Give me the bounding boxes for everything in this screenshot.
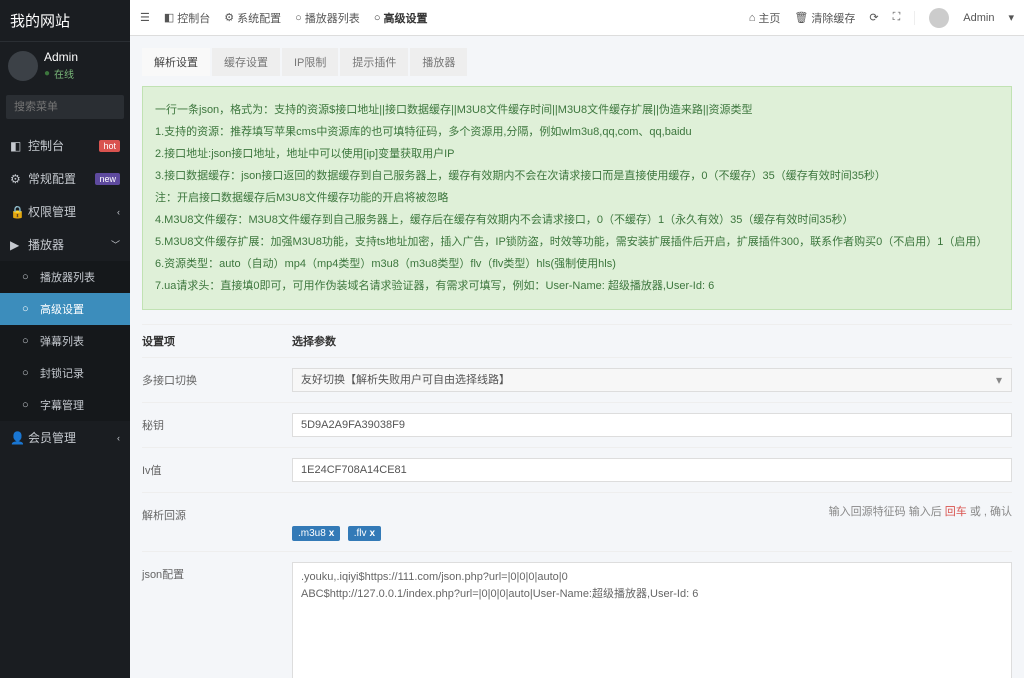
search-box: 🔍 — [6, 95, 124, 119]
lock-icon: 🔒 — [10, 205, 22, 219]
chevron-left-icon: ‹ — [117, 433, 120, 443]
row-source: 解析回源 输入回源特征码 输入后 回车 或 , 确认 .m3u8x .flvx — [142, 492, 1012, 551]
close-icon[interactable]: x — [329, 528, 335, 539]
menu-toggle[interactable]: ☰ — [140, 11, 150, 24]
multi-label: 多接口切换 — [142, 368, 292, 388]
key-label: 秘钥 — [142, 413, 292, 433]
nav-subtitle[interactable]: ○字幕管理 — [0, 389, 130, 421]
tab-cache[interactable]: 缓存设置 — [212, 48, 280, 76]
nav-player[interactable]: ▶播放器﹀ — [0, 228, 130, 261]
header-col2: 选择参数 — [292, 333, 336, 349]
tabs: 解析设置 缓存设置 IP限制 提示插件 播放器 — [142, 48, 1012, 76]
nav-block[interactable]: ○封锁记录 — [0, 357, 130, 389]
gear-icon: ⚙ — [10, 172, 22, 186]
tab-player[interactable]: 播放器 — [410, 48, 467, 76]
info-line: 注：开启接口数据缓存后M3U8文件缓存功能的开启将被忽略 — [155, 187, 999, 209]
topbar-sysconfig[interactable]: ⚙系统配置 — [224, 10, 281, 26]
chevron-down-icon[interactable]: ▾ — [1008, 11, 1014, 24]
fullscreen-icon[interactable]: ⛶ — [893, 11, 901, 24]
chevron-left-icon: ‹ — [117, 207, 120, 217]
row-json: json配置 .youku,.iqiyi$https://111.com/jso… — [142, 551, 1012, 678]
circle-icon: ○ — [22, 335, 34, 347]
nav-advanced[interactable]: ○高级设置 — [0, 293, 130, 325]
user-name: Admin — [44, 50, 78, 64]
json-textarea[interactable]: .youku,.iqiyi$https://111.com/json.php?u… — [292, 562, 1012, 678]
info-line: 6.资源类型：auto（自动）mp4（mp4类型）m3u8（m3u8类型）flv… — [155, 253, 999, 275]
avatar — [8, 51, 38, 81]
source-hint: 输入回源特征码 输入后 回车 或 , 确认 — [292, 503, 1012, 519]
trash-icon: 🗑 — [794, 11, 808, 24]
row-key: 秘钥 — [142, 402, 1012, 447]
dashboard-icon: ◧ — [164, 11, 174, 24]
divider — [914, 11, 915, 25]
circle-icon: ○ — [374, 12, 381, 24]
user-panel: Admin 在线 — [0, 42, 130, 89]
multi-select[interactable]: 友好切换【解析失败用户可自由选择线路】 — [292, 368, 1012, 392]
info-line: 4.M3U8文件缓存：M3U8文件缓存到自己服务器上，缓存后在缓存有效期内不会请… — [155, 209, 999, 231]
info-line: 5.M3U8文件缓存扩展：加强M3U8功能，支持ts地址加密，插入广告，IP锁防… — [155, 231, 999, 253]
topbar-playerlist[interactable]: ○播放器列表 — [295, 10, 360, 26]
topbar-home[interactable]: ⌂主页 — [749, 10, 781, 26]
tab-iplimit[interactable]: IP限制 — [282, 48, 338, 76]
hot-badge: hot — [99, 140, 120, 152]
close-icon[interactable]: x — [369, 528, 375, 539]
dashboard-icon: ◧ — [10, 139, 22, 153]
avatar — [929, 8, 949, 28]
form-header: 设置项 选择参数 — [142, 324, 1012, 357]
info-line: 3.接口数据缓存：json接口返回的数据缓存到自己服务器上，缓存有效期内不会在次… — [155, 165, 999, 187]
topbar: ☰ ◧控制台 ⚙系统配置 ○播放器列表 ○高级设置 ⌂主页 🗑清除缓存 ⟳ ⛶ … — [130, 0, 1024, 36]
nav-dashboard[interactable]: ◧控制台hot — [0, 129, 130, 162]
row-multi: 多接口切换 友好切换【解析失败用户可自由选择线路】 — [142, 357, 1012, 402]
header-col1: 设置项 — [142, 333, 292, 349]
content: 解析设置 缓存设置 IP限制 提示插件 播放器 一行一条json，格式为：支持的… — [130, 36, 1024, 678]
main: ☰ ◧控制台 ⚙系统配置 ○播放器列表 ○高级设置 ⌂主页 🗑清除缓存 ⟳ ⛶ … — [130, 0, 1024, 678]
iv-input[interactable] — [292, 458, 1012, 482]
tab-plugin[interactable]: 提示插件 — [340, 48, 408, 76]
nav: ◧控制台hot ⚙常规配置new 🔒权限管理‹ ▶播放器﹀ ○播放器列表 ○高级… — [0, 129, 130, 454]
circle-icon: ○ — [22, 303, 34, 315]
info-line: 7.ua请求头：直接填0即可，可用作伪装域名请求验证器，有需求可填写，例如：Us… — [155, 275, 999, 297]
source-label: 解析回源 — [142, 503, 292, 523]
nav-config[interactable]: ⚙常规配置new — [0, 162, 130, 195]
refresh-icon[interactable]: ⟳ — [869, 11, 878, 24]
circle-icon: ○ — [22, 367, 34, 379]
gear-icon: ⚙ — [224, 11, 234, 24]
home-icon: ⌂ — [749, 12, 756, 24]
key-input[interactable] — [292, 413, 1012, 437]
iv-label: Iv值 — [142, 458, 292, 478]
info-line: 2.接口地址:json接口地址，地址中可以使用[ip]变量获取用户IP — [155, 143, 999, 165]
circle-icon: ○ — [295, 12, 302, 24]
nav-member[interactable]: 👤会员管理‹ — [0, 421, 130, 454]
tag-m3u8[interactable]: .m3u8x — [292, 526, 340, 541]
tag-flv[interactable]: .flvx — [348, 526, 381, 541]
circle-icon: ○ — [22, 399, 34, 411]
topbar-user[interactable]: Admin — [963, 12, 994, 24]
user-status: 在线 — [44, 66, 78, 81]
user-icon: 👤 — [10, 431, 22, 445]
nav-player-list[interactable]: ○播放器列表 — [0, 261, 130, 293]
row-iv: Iv值 — [142, 447, 1012, 492]
info-box: 一行一条json，格式为：支持的资源$接口地址||接口数据缓存||M3U8文件缓… — [142, 86, 1012, 310]
tab-parse[interactable]: 解析设置 — [142, 48, 210, 76]
topbar-dashboard[interactable]: ◧控制台 — [164, 10, 210, 26]
topbar-advanced[interactable]: ○高级设置 — [374, 10, 428, 26]
play-icon: ▶ — [10, 238, 22, 252]
brand: 我的网站 — [0, 0, 130, 42]
json-label: json配置 — [142, 562, 292, 582]
new-badge: new — [95, 173, 120, 185]
circle-icon: ○ — [22, 271, 34, 283]
info-line: 1.支持的资源：推荐填写苹果cms中资源库的也可填特征码，多个资源用,分隔，例如… — [155, 121, 999, 143]
nav-auth[interactable]: 🔒权限管理‹ — [0, 195, 130, 228]
sidebar: 我的网站 Admin 在线 🔍 ◧控制台hot ⚙常规配置new 🔒权限管理‹ … — [0, 0, 130, 678]
info-line: 一行一条json，格式为：支持的资源$接口地址||接口数据缓存||M3U8文件缓… — [155, 99, 999, 121]
nav-danmu[interactable]: ○弹幕列表 — [0, 325, 130, 357]
chevron-down-icon: ﹀ — [111, 238, 120, 251]
topbar-clearcache[interactable]: 🗑清除缓存 — [794, 10, 855, 26]
